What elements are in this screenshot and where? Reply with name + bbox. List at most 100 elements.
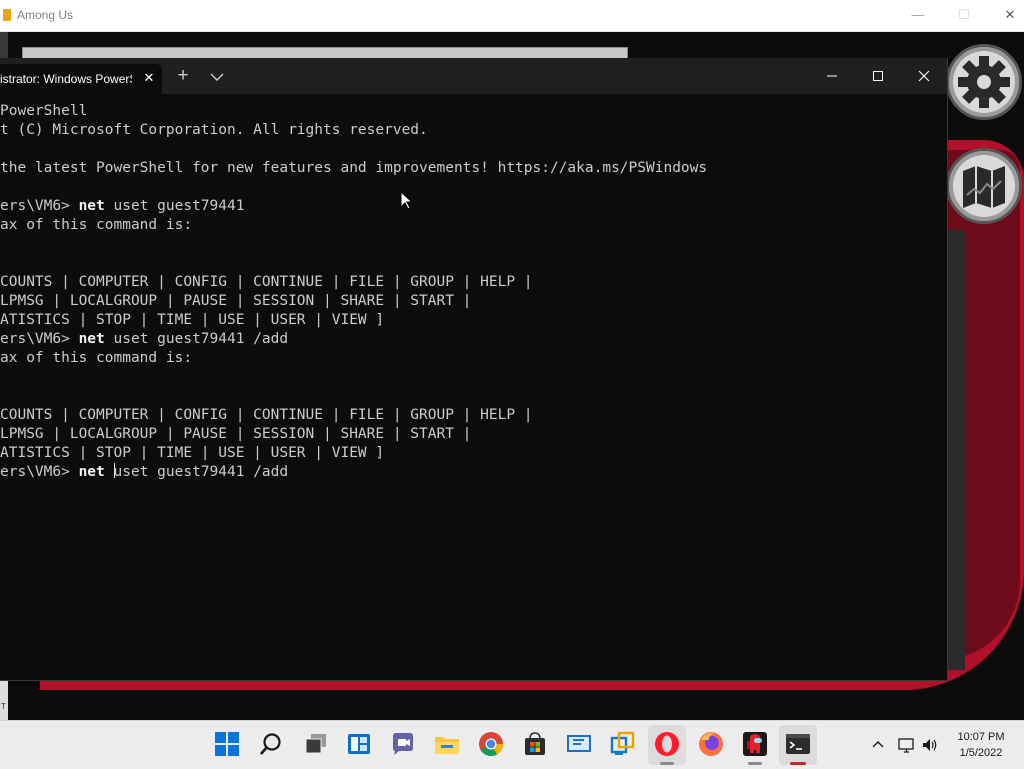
among-us-icon <box>743 732 767 756</box>
terminal-line: ax of this command is: <box>0 216 947 235</box>
map-icon <box>963 166 1005 208</box>
terminal-line: LPMSG | LOCALGROUP | PAUSE | SESSION | S… <box>0 292 947 311</box>
terminal-line: ATISTICS | STOP | TIME | USE | USER | VI… <box>0 311 947 330</box>
line-text: ATISTICS | STOP | TIME | USE | USER | VI… <box>0 312 385 328</box>
terminal-line: ers\VM6> net uset guest79441 <box>0 197 947 216</box>
firefox-icon <box>699 732 723 756</box>
tab-close-icon[interactable]: ✕ <box>140 69 158 87</box>
maximize-icon <box>873 71 883 81</box>
terminal-current-input[interactable]: ers\VM6> net uset guest79441 /add <box>0 463 947 482</box>
network-app-button[interactable] <box>609 730 637 758</box>
game-bottom-left-label: T <box>1 702 6 711</box>
folder-icon <box>435 737 459 754</box>
line-text: t (C) Microsoft Corporation. All rights … <box>0 122 428 138</box>
widgets-button[interactable] <box>345 730 373 758</box>
close-button[interactable]: ✕ <box>990 3 1024 27</box>
close-icon <box>918 70 930 82</box>
terminal-minimize-button[interactable] <box>809 62 855 90</box>
terminal-line: LPMSG | LOCALGROUP | PAUSE | SESSION | S… <box>0 425 947 444</box>
minimize-icon <box>827 75 837 77</box>
line-text: ATISTICS | STOP | TIME | USE | USER | VI… <box>0 445 385 461</box>
windows-logo-icon <box>215 732 239 756</box>
among-us-taskbar-button[interactable] <box>741 730 769 765</box>
speaker-icon <box>923 739 937 751</box>
firefox-button[interactable] <box>697 730 725 758</box>
network-icon <box>898 738 914 753</box>
input-after-cursor: uset guest79441 /add <box>113 464 289 480</box>
tab-dropdown-button[interactable] <box>206 66 228 88</box>
line-text: COUNTS | COMPUTER | CONFIG | CONTINUE | … <box>0 407 533 423</box>
command-keyword: net <box>78 198 105 214</box>
network-status-button[interactable] <box>898 736 916 754</box>
terminal-line: COUNTS | COMPUTER | CONFIG | CONTINUE | … <box>0 273 947 292</box>
task-view-button[interactable] <box>302 730 330 758</box>
terminal-titlebar[interactable]: istrator: Windows PowerS ✕ + <box>0 58 947 94</box>
terminal-taskbar-button[interactable] <box>784 730 812 765</box>
terminal-close-button[interactable] <box>901 62 947 90</box>
network-app-icon <box>610 731 635 755</box>
among-us-window-title: Among Us <box>17 8 74 22</box>
among-us-titlebar[interactable]: Among Us — ☐ ✕ <box>0 0 1024 32</box>
system-clock[interactable]: 10:07 PM 1/5/2022 <box>948 729 1014 761</box>
terminal-output[interactable]: PowerShell t (C) Microsoft Corporation. A… <box>0 102 947 680</box>
command-args: uset guest79441 /add <box>104 331 289 347</box>
prompt: ers\VM6> <box>0 464 79 480</box>
maximize-button[interactable]: ☐ <box>944 3 984 27</box>
game-bottom-left-strip: T <box>0 680 8 720</box>
opera-icon <box>655 732 679 756</box>
terminal-tab[interactable]: istrator: Windows PowerS ✕ <box>0 64 162 94</box>
line-text: ers\VM6> <box>0 198 79 214</box>
among-us-running-indicator <box>748 762 762 765</box>
store-icon <box>525 732 545 755</box>
chrome-icon <box>479 732 503 757</box>
terminal-icon <box>786 734 810 754</box>
terminal-line: the latest PowerShell for new features a… <box>0 159 947 178</box>
start-button[interactable] <box>213 730 241 758</box>
store-button[interactable] <box>521 730 549 758</box>
game-settings-button[interactable] <box>946 44 1022 120</box>
game-dark-panel <box>947 230 965 670</box>
line-text: the latest PowerShell for new features a… <box>0 160 708 176</box>
clock-date: 1/5/2022 <box>959 747 1003 759</box>
task-view-icon <box>305 734 326 754</box>
terminal-tab-title: istrator: Windows PowerS <box>0 72 132 86</box>
teams-chat-button[interactable] <box>389 730 417 758</box>
among-us-app-icon <box>3 9 11 21</box>
file-explorer-button[interactable] <box>433 730 461 758</box>
taskbar: 10:07 PM 1/5/2022 <box>0 720 1024 769</box>
line-text: PowerShell <box>0 103 88 119</box>
chevron-up-icon <box>872 741 884 748</box>
line-text: LPMSG | LOCALGROUP | PAUSE | SESSION | S… <box>0 426 472 442</box>
opera-running-indicator <box>660 762 674 765</box>
line-text: ers\VM6> <box>0 331 79 347</box>
input-before-cursor <box>105 464 114 480</box>
show-hidden-icons-button[interactable] <box>870 736 886 752</box>
new-tab-button[interactable]: + <box>172 66 194 88</box>
command-keyword: net <box>78 464 105 480</box>
terminal-lines: PowerShell t (C) Microsoft Corporation. A… <box>0 102 947 463</box>
terminal-maximize-button[interactable] <box>855 62 901 90</box>
mouse-pointer-icon <box>400 191 414 210</box>
line-text: LPMSG | LOCALGROUP | PAUSE | SESSION | S… <box>0 293 472 309</box>
clock-time: 10:07 PM <box>957 731 1005 743</box>
chrome-button[interactable] <box>477 730 505 758</box>
terminal-window[interactable]: istrator: Windows PowerS ✕ + PowerShell t… <box>0 58 948 681</box>
volume-button[interactable] <box>921 736 939 754</box>
search-icon <box>260 733 281 755</box>
chevron-down-icon <box>210 73 224 81</box>
game-map-button[interactable] <box>946 148 1022 224</box>
remote-desktop-button[interactable] <box>565 730 593 758</box>
search-button[interactable] <box>257 730 285 758</box>
line-text: ax of this command is: <box>0 217 193 233</box>
opera-button[interactable] <box>653 730 681 765</box>
minimize-button[interactable]: — <box>898 3 938 27</box>
terminal-line: t (C) Microsoft Corporation. All rights … <box>0 121 947 140</box>
remote-desktop-icon <box>567 735 591 752</box>
chat-icon <box>393 733 413 755</box>
terminal-line: PowerShell <box>0 102 947 121</box>
